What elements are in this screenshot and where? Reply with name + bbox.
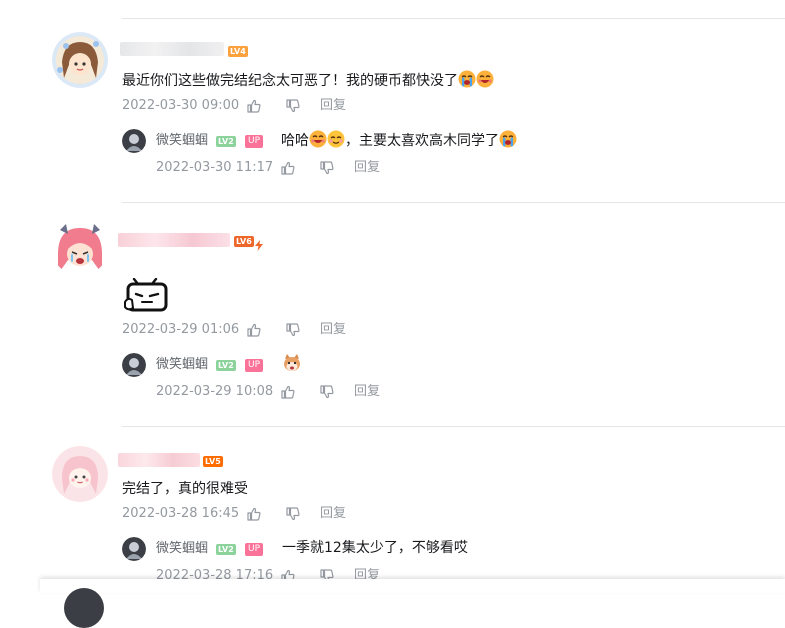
like-icon[interactable]: [246, 506, 262, 522]
reply-button[interactable]: 回复: [354, 384, 380, 400]
dislike-icon[interactable]: [319, 384, 335, 400]
up-badge: UP: [245, 359, 264, 372]
dislike-icon[interactable]: [285, 506, 301, 522]
reply-button[interactable]: 回复: [354, 160, 380, 176]
comment-divider: [122, 426, 785, 427]
reply-avatar[interactable]: [122, 537, 146, 561]
bottom-bar-avatar[interactable]: [64, 588, 104, 628]
reply-button[interactable]: 回复: [320, 322, 346, 338]
comment-time: 2022-03-30 09:00: [122, 98, 240, 113]
reply-button[interactable]: 回复: [320, 506, 346, 522]
like-icon[interactable]: [280, 384, 296, 400]
reply-username[interactable]: 微笑蝈蝈: [156, 357, 208, 373]
level-badge: LV5: [203, 456, 223, 467]
reply-time: 2022-03-29 10:08: [156, 384, 274, 399]
username-blurred[interactable]: [118, 233, 230, 247]
comment-text: 最近你们这些做完结纪念太可恶了！我的硬币都快没了: [122, 70, 494, 91]
user-avatar[interactable]: [52, 446, 108, 502]
reply-username[interactable]: 微笑蝈蝈: [156, 541, 208, 557]
shy-smile-emoji-icon: [327, 130, 345, 148]
level-badge: LV2: [216, 136, 236, 147]
comment-divider: [122, 202, 785, 203]
reply-button[interactable]: 回复: [320, 98, 346, 114]
comment-text: 完结了，真的很难受: [122, 481, 248, 497]
comment-time: 2022-03-29 01:06: [122, 322, 240, 337]
dislike-icon[interactable]: [285, 98, 301, 114]
shiba-emoji-icon: [282, 353, 302, 373]
up-badge: UP: [245, 543, 264, 556]
up-badge: UP: [245, 135, 264, 148]
level-badge: LV6: [234, 236, 254, 247]
crying-emoji-icon: [499, 130, 517, 148]
comment-time: 2022-03-28 16:45: [122, 506, 240, 521]
like-icon[interactable]: [246, 98, 262, 114]
laughing-emoji-icon: [476, 70, 494, 88]
reply-text: 哈哈 ，主要太喜欢高木同学了: [281, 130, 517, 151]
level-badge: LV2: [216, 360, 236, 371]
like-icon[interactable]: [246, 322, 262, 338]
user-avatar[interactable]: [52, 220, 108, 276]
reply-username[interactable]: 微笑蝈蝈: [156, 133, 208, 149]
reply-avatar[interactable]: [122, 353, 146, 377]
laughing-emoji-icon: [309, 130, 327, 148]
lightning-icon: [255, 236, 263, 251]
username-blurred[interactable]: [118, 453, 200, 467]
tv-mascot-emoji-icon: [124, 277, 170, 314]
level-badge: LV2: [216, 544, 236, 555]
like-icon[interactable]: [280, 160, 296, 176]
crying-emoji-icon: [458, 70, 476, 88]
user-avatar[interactable]: [52, 32, 108, 88]
dislike-icon[interactable]: [319, 160, 335, 176]
level-badge: LV4: [228, 46, 248, 57]
comment-divider: [122, 18, 785, 19]
username-blurred[interactable]: [120, 42, 224, 56]
reply-time: 2022-03-30 11:17: [156, 160, 274, 175]
reply-avatar[interactable]: [122, 129, 146, 153]
dislike-icon[interactable]: [285, 322, 301, 338]
reply-text: 一季就12集太少了，不够看哎: [282, 540, 468, 556]
bottom-comment-bar: [40, 579, 785, 593]
